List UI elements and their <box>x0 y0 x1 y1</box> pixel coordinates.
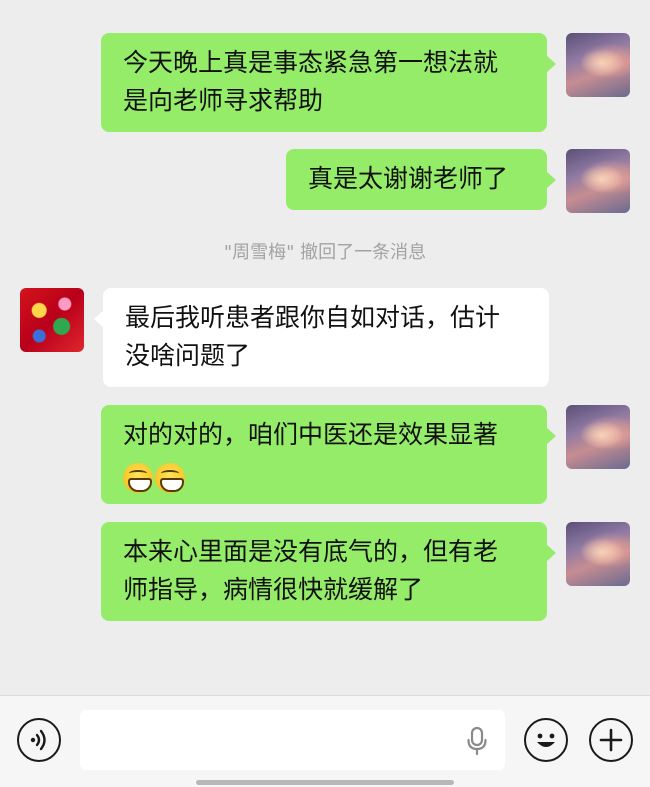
message-line: 真是太谢谢老师了 <box>308 164 509 193</box>
message-line: 没啥问题了 <box>125 341 251 370</box>
message-bubble[interactable]: 今天晚上真是事态紧急第一想法就 是向老师寻求帮助 <box>101 33 556 132</box>
message-bubble[interactable]: 对的对的，咱们中医还是效果显著 <box>101 405 556 504</box>
message-line: 对的对的，咱们中医还是效果显著 <box>123 420 499 449</box>
my-avatar[interactable] <box>566 33 630 97</box>
message-line: 今天晚上真是事态紧急第一想法就 <box>123 48 499 77</box>
message-bubble[interactable]: 最后我听患者跟你自如对话，估计 没啥问题了 <box>94 288 549 387</box>
message-bubble[interactable]: 真是太谢谢老师了 <box>286 149 556 210</box>
home-indicator <box>196 780 454 785</box>
input-bar <box>0 695 650 787</box>
emoji-button[interactable] <box>524 718 568 762</box>
microphone-icon[interactable] <box>465 726 489 756</box>
emoji-icon <box>537 733 555 747</box>
more-button[interactable] <box>589 718 633 762</box>
grin-emoji-icon <box>155 463 185 493</box>
message-bubble[interactable]: 本来心里面是没有底气的，但有老 师指导，病情很快就缓解了 <box>101 522 556 621</box>
message-line: 最后我听患者跟你自如对话，估计 <box>125 303 501 332</box>
voice-mode-button[interactable] <box>17 718 61 762</box>
plus-icon <box>599 728 623 752</box>
voice-mode-icon <box>30 729 46 751</box>
my-avatar[interactable] <box>566 522 630 586</box>
message-line: 本来心里面是没有底气的，但有老 <box>123 537 499 566</box>
chat-area: 今天晚上真是事态紧急第一想法就 是向老师寻求帮助 真是太谢谢老师了 "周雪梅" … <box>0 0 650 695</box>
emoji-row <box>123 454 525 493</box>
my-avatar[interactable] <box>566 149 630 213</box>
message-input[interactable] <box>80 710 505 770</box>
contact-avatar[interactable] <box>20 288 84 352</box>
grin-emoji-icon <box>123 463 153 493</box>
my-avatar[interactable] <box>566 405 630 469</box>
message-line: 师指导，病情很快就缓解了 <box>123 575 424 604</box>
recall-notice: "周雪梅" 撤回了一条消息 <box>223 242 427 263</box>
message-line: 是向老师寻求帮助 <box>123 86 324 115</box>
